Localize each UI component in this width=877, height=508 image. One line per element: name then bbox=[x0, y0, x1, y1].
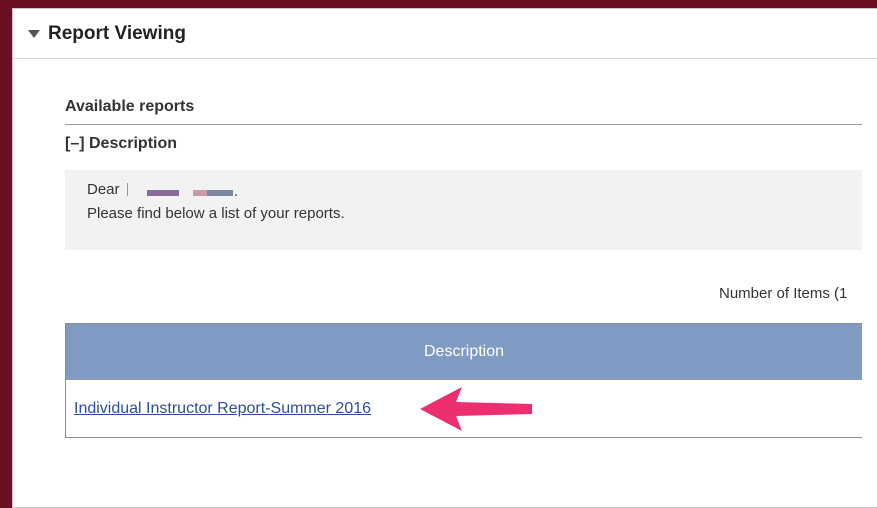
report-viewing-panel: Report Viewing Available reports [–] Des… bbox=[12, 8, 877, 508]
pointer-arrow-icon bbox=[420, 387, 532, 431]
panel-title: Report Viewing bbox=[48, 23, 186, 44]
redacted-name bbox=[235, 194, 237, 196]
description-toggle[interactable]: [–] Description bbox=[65, 135, 177, 153]
text-cursor bbox=[127, 183, 128, 196]
description-message: Please find below a list of your reports… bbox=[87, 205, 345, 222]
column-header-description[interactable]: Description bbox=[66, 343, 862, 361]
caret-down-icon[interactable] bbox=[28, 30, 40, 38]
items-count: Number of Items (1 bbox=[719, 285, 848, 302]
section-title: Available reports bbox=[65, 98, 195, 115]
redacted-name bbox=[207, 190, 233, 196]
table-header[interactable]: Description bbox=[66, 324, 862, 379]
greeting-text: Dear bbox=[87, 181, 120, 198]
redacted-name bbox=[147, 190, 179, 196]
description-box: Dear Please find below a list of your re… bbox=[65, 170, 862, 250]
section-divider bbox=[65, 124, 862, 125]
redacted-name bbox=[193, 190, 207, 196]
panel-header[interactable]: Report Viewing bbox=[13, 9, 877, 59]
report-link[interactable]: Individual Instructor Report-Summer 2016 bbox=[74, 400, 371, 418]
